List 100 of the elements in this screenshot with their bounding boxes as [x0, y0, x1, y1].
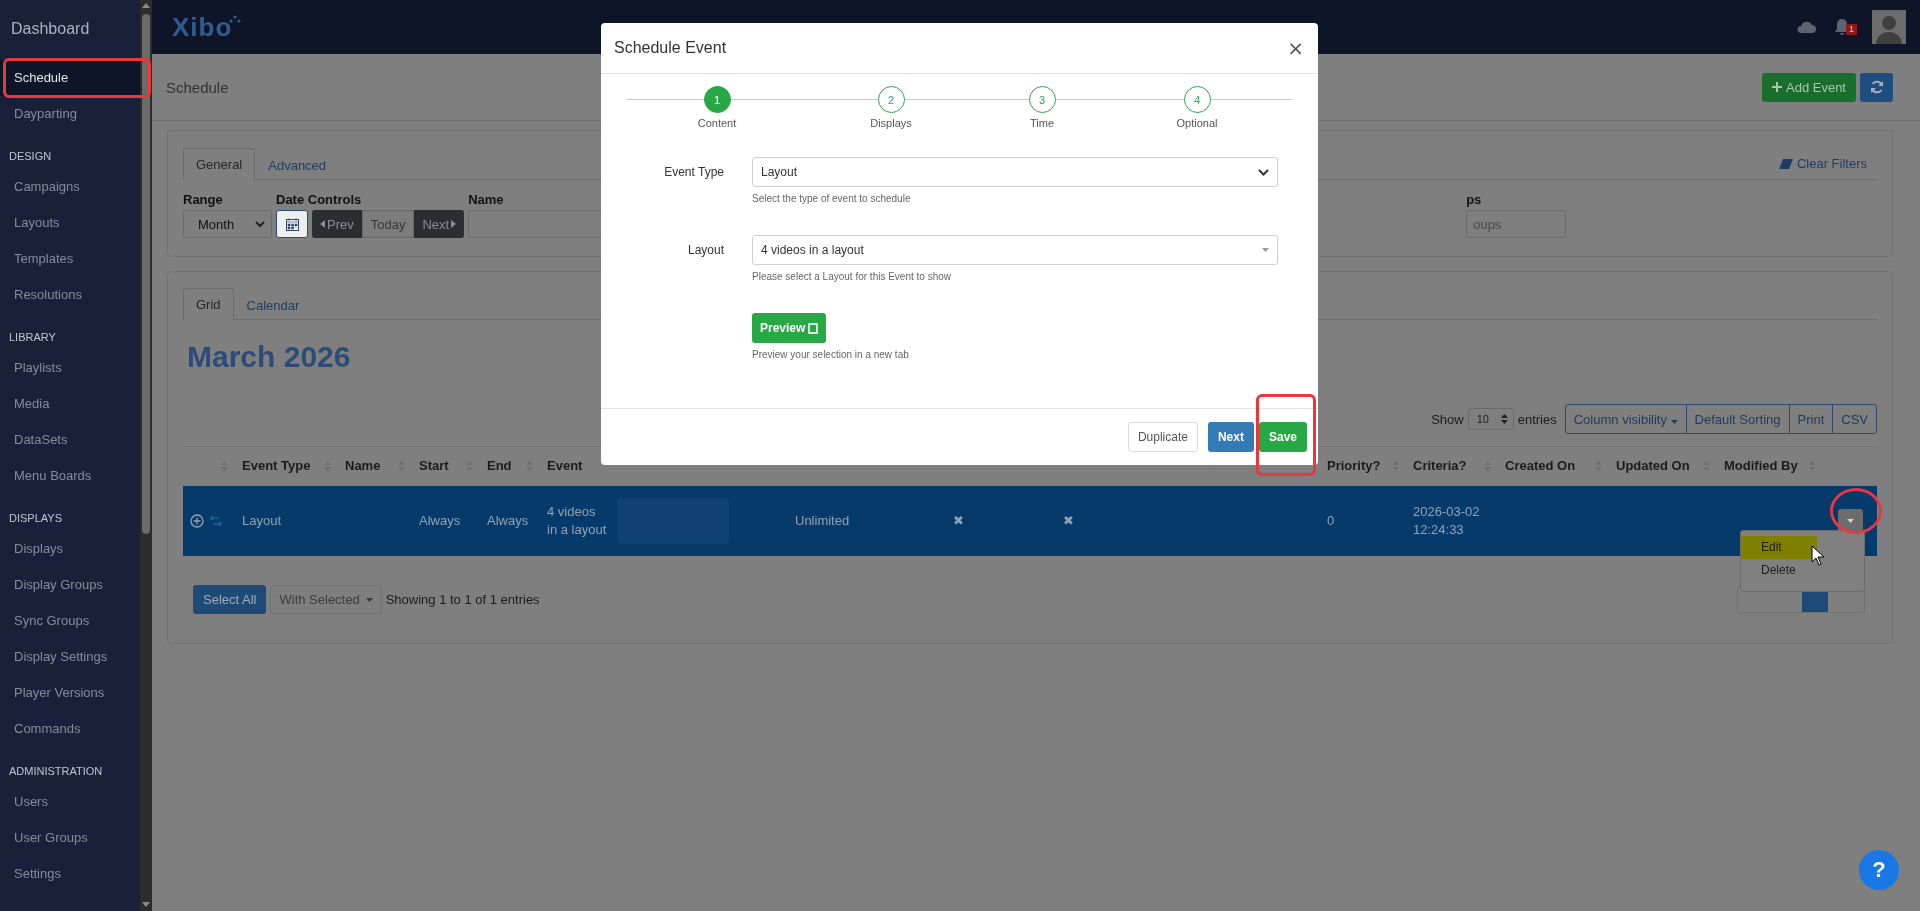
sidebar-item[interactable]: Displays: [0, 531, 140, 567]
menu-item[interactable]: Delete: [1741, 559, 1818, 582]
next-button[interactable]: Next: [414, 210, 465, 238]
field-label: Date Controls: [276, 192, 362, 207]
highlight-circle: [1830, 488, 1882, 534]
sidebar-item[interactable]: Dayparting: [0, 96, 140, 132]
tab[interactable]: Advanced: [255, 149, 340, 180]
field-label: Range: [183, 192, 223, 207]
toolbar-button[interactable]: Default Sorting: [1685, 405, 1789, 433]
table-cell-text: ✖: [953, 512, 965, 530]
sidebar-item[interactable]: User Groups: [0, 820, 140, 856]
duplicate-button[interactable]: Duplicate: [1127, 422, 1198, 452]
sidebar-item[interactable]: Templates: [0, 241, 140, 277]
sidebar-item[interactable]: Display Groups: [0, 567, 140, 603]
logo[interactable]: Xibo: [172, 11, 233, 43]
column-header[interactable]: Event: [547, 458, 583, 473]
sidebar-heading: ADMINISTRATION: [8, 764, 104, 779]
next-button[interactable]: Next: [1207, 422, 1254, 452]
square-icon: [808, 322, 819, 334]
layout-select[interactable]: 4 videos in a layout: [752, 235, 1278, 265]
column-header[interactable]: Criteria?: [1413, 458, 1467, 473]
toolbar-button[interactable]: CSV: [1832, 405, 1876, 433]
table-cell-text: Unlimited: [795, 512, 851, 530]
today-button[interactable]: Today: [361, 210, 415, 238]
help-text: Please select a Layout for this Event to show: [752, 271, 952, 282]
range-select[interactable]: Month: [183, 210, 272, 238]
step-label: Displays: [870, 117, 912, 129]
field-label: Event Type: [663, 165, 724, 179]
close-button[interactable]: ×: [1287, 38, 1304, 58]
column-header[interactable]: Event Type: [242, 458, 311, 473]
caret-icon: [1262, 248, 1269, 252]
sidebar-item[interactable]: Commands: [0, 711, 140, 747]
step-number[interactable]: 2: [877, 86, 905, 113]
refresh-button[interactable]: [1860, 72, 1893, 102]
sidebar-item[interactable]: Display Settings: [0, 639, 140, 675]
sidebar-heading: DISPLAYS: [8, 511, 63, 526]
sidebar-item[interactable]: Users: [0, 784, 140, 820]
spinner-icon: [1500, 414, 1508, 424]
plus-icon: [1772, 82, 1782, 92]
sidebar-item[interactable]: Menu Boards: [0, 458, 140, 494]
menu-item[interactable]: Edit: [1741, 536, 1817, 559]
table-cell-text: ✖: [1063, 512, 1075, 530]
tab[interactable]: Grid: [183, 288, 234, 320]
calendar-icon: [285, 217, 299, 231]
avatar[interactable]: [1872, 10, 1906, 44]
step-number[interactable]: 1: [703, 86, 731, 113]
sidebar-title[interactable]: Dashboard: [0, 0, 140, 60]
column-header[interactable]: Updated On: [1616, 458, 1690, 473]
sidebar-heading: DESIGN: [8, 149, 53, 164]
page-title: Schedule: [166, 78, 229, 96]
caret-icon: [1670, 419, 1678, 424]
sidebar-item[interactable]: Playlists: [0, 350, 140, 386]
toolbar-button[interactable]: Column visibility: [1565, 405, 1686, 433]
column-header[interactable]: Priority?: [1327, 458, 1381, 473]
sidebar-item[interactable]: Schedule: [0, 60, 140, 96]
sidebar-item[interactable]: Media: [0, 386, 140, 422]
sidebar-item[interactable]: Sync Groups: [0, 603, 140, 639]
column-header[interactable]: Created On: [1505, 458, 1576, 473]
toolbar-button[interactable]: Print: [1788, 405, 1833, 433]
tab[interactable]: General: [183, 148, 256, 180]
sidebar-item[interactable]: Resolutions: [0, 277, 140, 313]
event-type-select[interactable]: Layout: [752, 157, 1278, 187]
notification-badge: 1: [1846, 24, 1857, 35]
sidebar-item[interactable]: DataSets: [0, 422, 140, 458]
bell-icon[interactable]: [1834, 18, 1850, 36]
sidebar-item[interactable]: Campaigns: [0, 169, 140, 205]
step-label: Content: [697, 117, 737, 129]
column-header[interactable]: Modified By: [1724, 458, 1798, 473]
table-cell-text: 2026-03-02 12:24:33: [1413, 503, 1481, 539]
chevron-icon: [1258, 168, 1269, 176]
expand-icon[interactable]: [190, 514, 204, 528]
sidebar-item[interactable]: Player Versions: [0, 675, 140, 711]
refresh-icon: [1869, 80, 1884, 94]
clear-filters-link[interactable]: Clear Filters: [1778, 156, 1867, 171]
step-number[interactable]: 3: [1028, 86, 1056, 113]
with-selected-button[interactable]: With Selected: [270, 585, 382, 614]
repeat-icon: [210, 516, 222, 526]
calendar-button[interactable]: [276, 210, 308, 238]
add-event-button[interactable]: Add Event: [1762, 72, 1856, 102]
sidebar-item[interactable]: Layouts: [0, 205, 140, 241]
dialog-title: Schedule Event: [614, 39, 727, 57]
step-number[interactable]: 4: [1183, 86, 1211, 113]
chevron-icon: [255, 220, 265, 228]
page-length-select[interactable]: 10: [1467, 408, 1514, 430]
save-button[interactable]: Save: [1258, 422, 1307, 452]
column-header[interactable]: Name: [345, 458, 381, 473]
help-text: Select the type of event to schedule: [752, 193, 912, 204]
column-header[interactable]: End: [487, 458, 512, 473]
cursor-icon: [1811, 545, 1825, 566]
cloud-icon[interactable]: [1796, 20, 1816, 34]
table-cell-text: Always: [487, 512, 530, 530]
prev-button[interactable]: Prev: [312, 210, 362, 238]
month-heading: March 2026: [187, 340, 351, 374]
sidebar-item[interactable]: Settings: [0, 856, 140, 892]
select-all-button[interactable]: Select All: [193, 585, 267, 614]
column-header[interactable]: Start: [419, 458, 449, 473]
sidebar-heading: LIBRARY: [8, 330, 57, 345]
tab[interactable]: Calendar: [233, 289, 313, 320]
caret-icon: [1847, 519, 1854, 523]
preview-button[interactable]: Preview: [752, 313, 827, 343]
